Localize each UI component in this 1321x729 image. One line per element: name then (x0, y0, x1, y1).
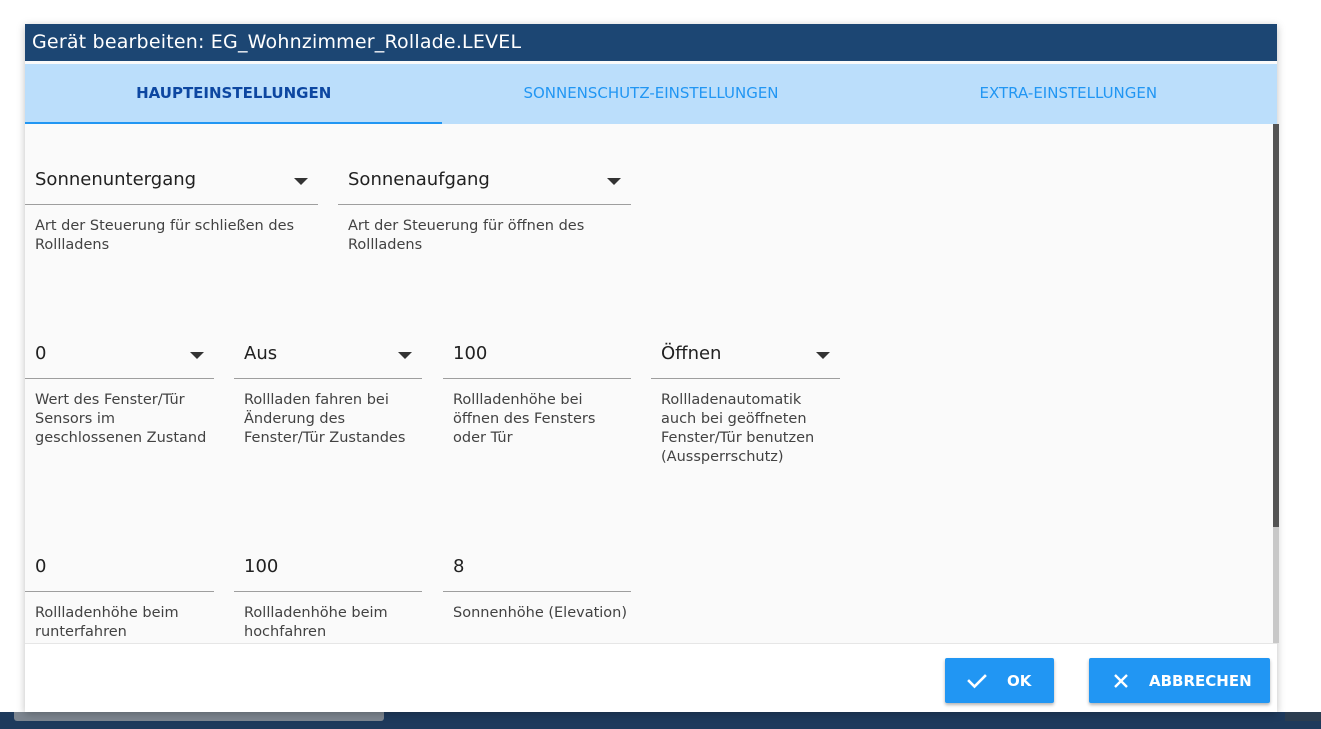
edit-device-dialog: Gerät bearbeiten: EG_Wohnzimmer_Rollade.… (25, 24, 1279, 712)
dropdown-arrow-icon (398, 352, 412, 359)
height-window-open-input[interactable]: 100 (443, 330, 631, 379)
tab-main-settings[interactable]: HAUPTEINSTELLUNGEN (25, 64, 443, 124)
open-type-helper: Art der Steuerung für öffnen des Rolllad… (348, 218, 585, 253)
move-on-window-change-helper: Rollladen fahren bei Änderung des Fenste… (244, 392, 406, 446)
tab-extra-settings[interactable]: EXTRA-EINSTELLUNGEN (860, 64, 1277, 124)
ok-button[interactable]: OK (945, 658, 1054, 703)
sun-elevation-value: 8 (453, 556, 465, 577)
dialog-footer: OK ABBRECHEN (25, 643, 1277, 712)
ok-button-label: OK (1007, 671, 1032, 690)
dropdown-arrow-icon (294, 178, 308, 185)
lockout-protection-select[interactable]: Öffnen (651, 330, 840, 379)
height-up-field: 100 Rollladenhöhe beim hochfahren (234, 543, 422, 642)
move-on-window-change-value: Aus (244, 343, 278, 364)
height-down-value: 0 (35, 556, 47, 577)
settings-content: Sonnenuntergang Art der Steuerung für sc… (25, 124, 1273, 643)
close-icon (1113, 673, 1129, 689)
tab-bar: HAUPTEINSTELLUNGEN SONNENSCHUTZ-EINSTELL… (25, 64, 1277, 124)
window-sensor-value: 0 (35, 343, 47, 364)
move-on-window-change-select[interactable]: Aus (234, 330, 422, 379)
content-scrollbar-thumb[interactable] (1273, 124, 1279, 527)
close-type-value: Sonnenuntergang (35, 169, 197, 190)
height-down-helper: Rollladenhöhe beim runterfahren (35, 605, 179, 640)
page-corner-block (1285, 712, 1321, 721)
height-window-open-field: 100 Rollladenhöhe bei öffnen des Fenster… (443, 330, 631, 448)
height-up-value: 100 (244, 556, 279, 577)
cancel-button[interactable]: ABBRECHEN (1089, 658, 1270, 703)
open-type-select[interactable]: Sonnenaufgang (338, 156, 631, 205)
height-up-helper: Rollladenhöhe beim hochfahren (244, 605, 388, 640)
dropdown-arrow-icon (816, 352, 830, 359)
lockout-protection-helper: Rollladenautomatik auch bei geöffneten F… (661, 392, 815, 465)
lockout-protection-field: Öffnen Rollladenautomatik auch bei geöff… (651, 330, 840, 467)
check-icon (967, 673, 987, 689)
height-down-input[interactable]: 0 (25, 543, 214, 592)
height-window-open-helper: Rollladenhöhe bei öffnen des Fensters od… (453, 392, 596, 446)
tab-sun-protection-settings[interactable]: SONNENSCHUTZ-EINSTELLUNGEN (442, 64, 859, 124)
close-type-select[interactable]: Sonnenuntergang (25, 156, 318, 205)
dropdown-arrow-icon (607, 178, 621, 185)
lockout-protection-value: Öffnen (661, 343, 722, 364)
close-type-field: Sonnenuntergang Art der Steuerung für sc… (25, 156, 318, 255)
move-on-window-change-field: Aus Rollladen fahren bei Änderung des Fe… (234, 330, 422, 448)
dropdown-arrow-icon (190, 352, 204, 359)
height-window-open-value: 100 (453, 343, 488, 364)
open-type-field: Sonnenaufgang Art der Steuerung für öffn… (338, 156, 631, 255)
sun-elevation-helper: Sonnenhöhe (Elevation) (453, 605, 628, 621)
close-type-helper: Art der Steuerung für schließen des Roll… (35, 218, 295, 253)
window-sensor-field: 0 Wert des Fenster/Tür Sensors im geschl… (25, 330, 214, 448)
dialog-title: Gerät bearbeiten: EG_Wohnzimmer_Rollade.… (25, 24, 1277, 61)
window-sensor-helper: Wert des Fenster/Tür Sensors im geschlos… (35, 392, 207, 446)
height-down-field: 0 Rollladenhöhe beim runterfahren (25, 543, 214, 642)
open-type-value: Sonnenaufgang (348, 169, 490, 190)
sun-elevation-input[interactable]: 8 (443, 543, 631, 592)
sun-elevation-field: 8 Sonnenhöhe (Elevation) (443, 543, 631, 623)
cancel-button-label: ABBRECHEN (1149, 671, 1252, 690)
window-sensor-select[interactable]: 0 (25, 330, 214, 379)
page-horizontal-scrollbar[interactable] (14, 712, 384, 721)
height-up-input[interactable]: 100 (234, 543, 422, 592)
